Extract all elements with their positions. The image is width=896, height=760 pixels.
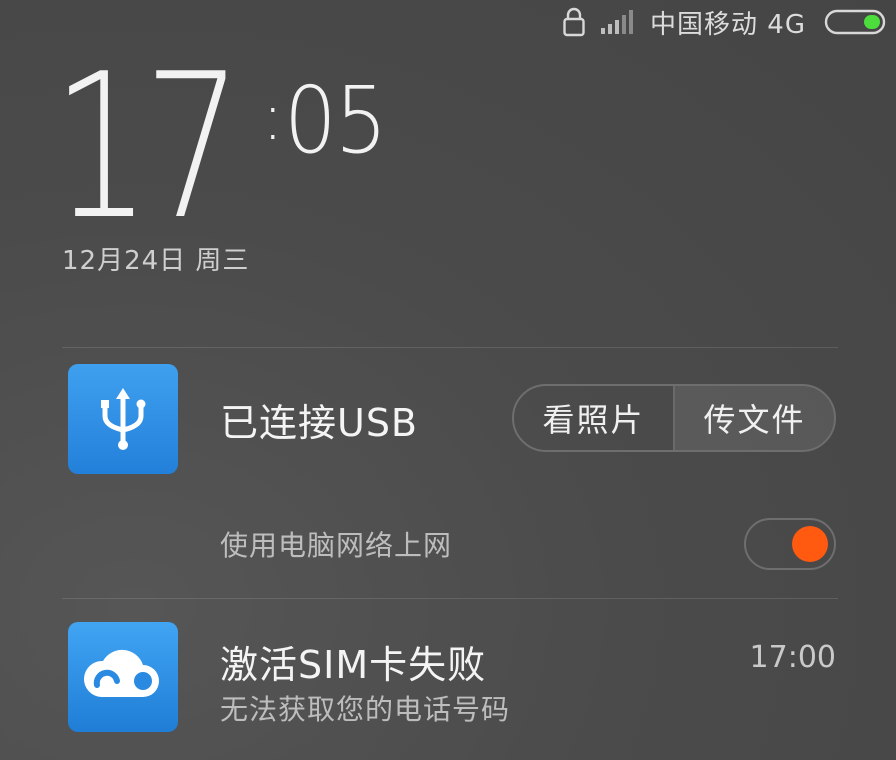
sim-notification-title: 激活SIM卡失败 [220, 643, 487, 687]
lock-icon [562, 7, 586, 37]
usb-tethering-toggle[interactable] [744, 518, 836, 570]
toggle-knob [792, 526, 828, 562]
signal-icon [600, 8, 636, 36]
usb-tethering-label: 使用电脑网络上网 [220, 529, 453, 562]
transfer-files-button[interactable]: 传文件 [673, 386, 834, 450]
status-bar: 中国移动 4G [562, 2, 888, 42]
clock-colon: : [262, 81, 284, 155]
cloud-app-icon[interactable] [68, 622, 178, 732]
usb-app-icon[interactable] [68, 364, 178, 474]
usb-icon [101, 388, 146, 450]
battery-icon [824, 9, 888, 35]
date-label: 12月24日 周三 [62, 246, 250, 276]
usb-notification-title: 已连接USB [220, 401, 419, 445]
sim-notification-time: 17:00 [749, 640, 836, 675]
lockscreen: 中国移动 4G 17 : 05 12月24日 周三 已连接USB 看照片 传文件… [0, 0, 896, 760]
clock-hours: 17 [52, 31, 243, 264]
usb-mode-selector: 看照片 传文件 [512, 384, 836, 452]
cloud-icon [83, 649, 159, 697]
carrier-label: 中国移动 4G [650, 9, 806, 40]
divider [62, 347, 838, 348]
sim-notification-message: 无法获取您的电话号码 [220, 693, 511, 726]
view-photos-button[interactable]: 看照片 [514, 386, 673, 450]
clock-minutes: 05 [284, 67, 388, 174]
divider [62, 598, 838, 599]
